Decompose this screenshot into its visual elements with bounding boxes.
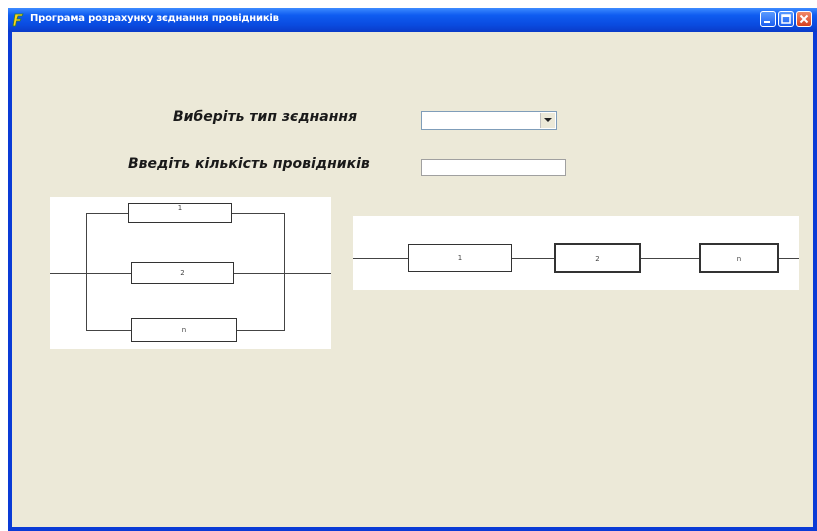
wire [86,273,131,274]
conductor-count-input[interactable] [421,159,566,176]
wire [232,213,284,214]
series-resistor-2: 2 [554,243,641,273]
app-icon [12,13,24,27]
wire [779,258,799,259]
resistor-n: n [131,318,237,342]
wire [86,330,131,331]
resistor-1: 1 [128,203,232,223]
minimize-button[interactable] [760,11,776,27]
wire [237,330,284,331]
resistor-label: n [736,255,742,263]
wire [86,213,128,214]
connection-type-select[interactable] [421,111,557,130]
window-title: Програма розрахунку зєднання провідників [30,13,279,24]
resistor-label: 2 [180,269,185,277]
maximize-button[interactable] [778,11,794,27]
series-connection-diagram: 1 2 n [353,216,799,290]
close-button[interactable] [796,11,812,27]
conductor-count-label: Введіть кількість провідників [128,156,370,172]
series-resistor-1: 1 [408,244,512,272]
title-bar[interactable]: Програма розрахунку зєднання провідників [8,8,817,32]
resistor-label: 1 [457,254,463,262]
resistor-2: 2 [131,262,234,284]
wire [86,213,87,331]
resistor-label: 2 [595,255,600,263]
wire [50,273,86,274]
wire [512,258,554,259]
resistor-label: 1 [177,204,183,212]
chevron-down-icon [544,118,552,122]
wire [284,273,331,274]
wire [641,258,699,259]
wire [353,258,408,259]
maximize-icon [781,14,791,24]
combo-dropdown-button[interactable] [540,113,555,128]
form-client-area: Виберіть тип зєднання Введіть кількість … [12,32,813,527]
wire [284,213,285,331]
series-resistor-n: n [699,243,779,273]
main-window: Програма розрахунку зєднання провідників… [8,8,817,531]
parallel-connection-diagram: 1 2 n [50,197,331,349]
connection-type-label: Виберіть тип зєднання [173,109,358,125]
minimize-icon [764,21,770,23]
close-icon [799,14,809,24]
resistor-label: n [181,326,187,334]
wire [234,273,284,274]
